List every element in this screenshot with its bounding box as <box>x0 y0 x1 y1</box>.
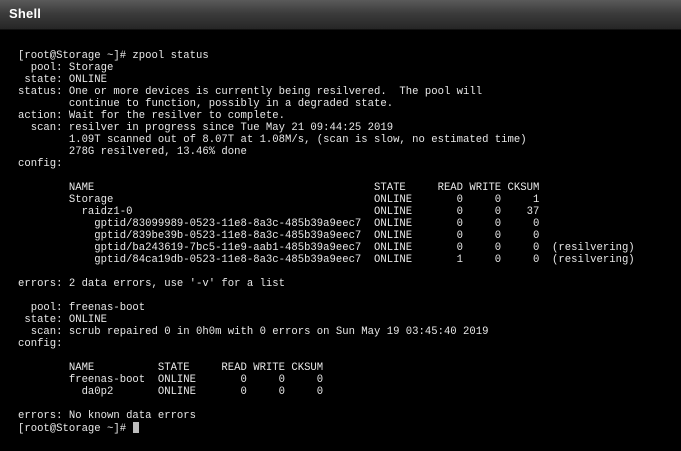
terminal-line: state: ONLINE <box>18 314 108 326</box>
terminal-line: scan: resilver in progress since Tue May… <box>18 122 394 134</box>
terminal-line: gptid/ba243619-7bc5-11e9-aab1-485b39a9ee… <box>18 242 635 254</box>
terminal-output[interactable]: [root@Storage ~]# zpool status pool: Sto… <box>0 30 681 451</box>
terminal-line: pool: Storage <box>18 62 114 74</box>
terminal-line: gptid/83099989-0523-11e8-8a3c-485b39a9ee… <box>18 218 540 230</box>
terminal-line: errors: 2 data errors, use '-v' for a li… <box>18 278 286 290</box>
title-bar: Shell <box>0 0 681 30</box>
prompt-text: [root@Storage ~]# <box>18 423 133 435</box>
terminal-line: errors: No known data errors <box>18 410 197 422</box>
terminal-line: [root@Storage ~]# zpool status <box>18 50 209 62</box>
terminal-line: status: One or more devices is currently… <box>18 86 483 98</box>
terminal-line: da0p2 ONLINE 0 0 0 <box>18 386 324 398</box>
terminal-line: NAME STATE READ WRITE CKSUM <box>18 182 540 194</box>
terminal-line: gptid/84ca19db-0523-11e8-8a3c-485b39a9ee… <box>18 254 635 266</box>
terminal-line: Storage ONLINE 0 0 1 <box>18 194 540 206</box>
terminal-line: raidz1-0 ONLINE 0 0 37 <box>18 206 540 218</box>
terminal-line: NAME STATE READ WRITE CKSUM <box>18 362 324 374</box>
terminal-line: config: <box>18 158 63 170</box>
terminal-line: continue to function, possibly in a degr… <box>18 98 394 110</box>
terminal-line: 278G resilvered, 13.46% done <box>18 146 247 158</box>
terminal-line: freenas-boot ONLINE 0 0 0 <box>18 374 324 386</box>
terminal-line: pool: freenas-boot <box>18 302 146 314</box>
terminal-line: 1.09T scanned out of 8.07T at 1.08M/s, (… <box>18 134 527 146</box>
terminal-line: gptid/839be39b-0523-11e8-8a3c-485b39a9ee… <box>18 230 540 242</box>
terminal-line: scan: scrub repaired 0 in 0h0m with 0 er… <box>18 326 489 338</box>
command-prompt[interactable]: [root@Storage ~]# <box>18 422 681 435</box>
terminal-line: state: ONLINE <box>18 74 108 86</box>
shell-window: Shell [root@Storage ~]# zpool status poo… <box>0 0 681 451</box>
terminal-line: config: <box>18 338 63 350</box>
text-cursor <box>133 422 140 433</box>
terminal-line: action: Wait for the resilver to complet… <box>18 110 286 122</box>
window-title: Shell <box>9 6 42 21</box>
